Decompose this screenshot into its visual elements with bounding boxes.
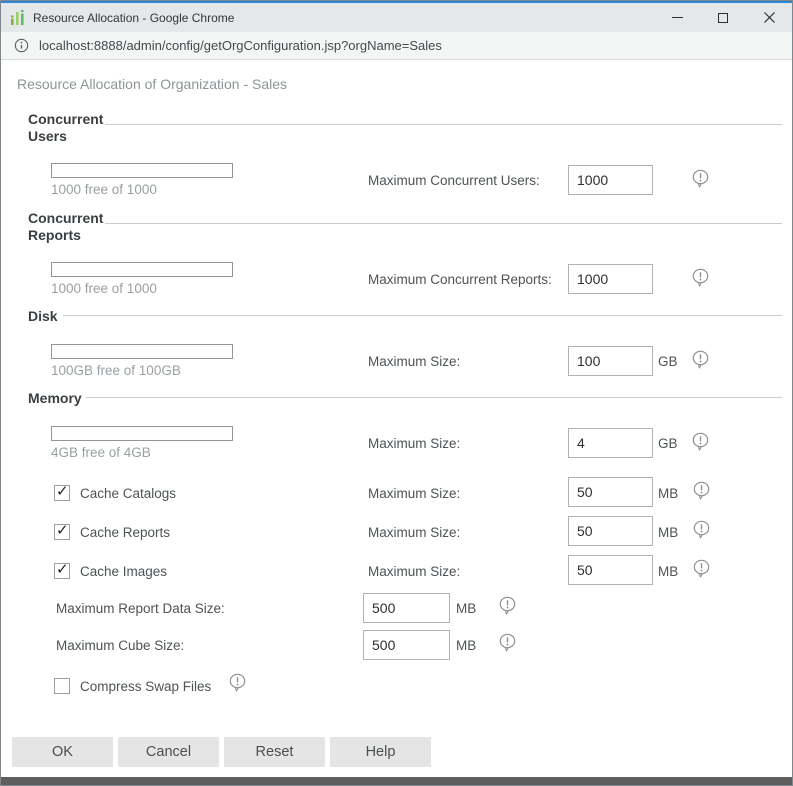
- section-divider: [105, 223, 782, 224]
- cache-reports-tooltip-icon[interactable]: [693, 520, 710, 540]
- max-concurrent-reports-label: Maximum Concurrent Reports:: [368, 272, 552, 287]
- section-title-concurrent-users: Concurrent Users: [28, 111, 113, 145]
- disk-free-label: 100GB free of 100GB: [51, 363, 181, 378]
- max-concurrent-reports-input[interactable]: [568, 264, 653, 294]
- cache-reports-unit-label: MB: [658, 525, 678, 540]
- close-button[interactable]: [746, 3, 792, 32]
- memory-max-size-label: Maximum Size:: [368, 436, 460, 451]
- help-button[interactable]: Help: [330, 737, 431, 767]
- disk-unit-label: GB: [658, 354, 678, 369]
- memory-max-size-input[interactable]: [568, 428, 653, 458]
- section-title-memory: Memory: [28, 390, 82, 407]
- concurrent-users-gauge: [51, 163, 233, 178]
- checkmark-icon: ✓: [56, 560, 69, 578]
- reset-button[interactable]: Reset: [224, 737, 325, 767]
- max-cube-size-input[interactable]: [363, 630, 450, 660]
- section-title-concurrent-reports: Concurrent Reports: [28, 210, 113, 244]
- cache-catalogs-tooltip-icon[interactable]: [693, 481, 710, 501]
- concurrent-users-tooltip-icon[interactable]: [692, 169, 709, 189]
- section-divider: [105, 124, 782, 125]
- memory-unit-label: GB: [658, 436, 678, 451]
- concurrent-reports-free-label: 1000 free of 1000: [51, 281, 157, 296]
- concurrent-users-free-label: 1000 free of 1000: [51, 182, 157, 197]
- section-divider: [86, 397, 782, 398]
- max-report-data-size-label: Maximum Report Data Size:: [56, 601, 225, 616]
- maximize-icon: [718, 13, 728, 23]
- cache-images-size-input[interactable]: [568, 555, 653, 585]
- max-cube-size-unit-label: MB: [456, 638, 476, 653]
- concurrent-reports-tooltip-icon[interactable]: [692, 268, 709, 288]
- maximize-button[interactable]: [700, 3, 746, 32]
- address-bar[interactable]: localhost:8888/admin/config/getOrgConfig…: [1, 32, 792, 60]
- cache-catalogs-label: Cache Catalogs: [80, 486, 176, 501]
- cache-reports-size-input[interactable]: [568, 516, 653, 546]
- memory-free-label: 4GB free of 4GB: [51, 445, 151, 460]
- url-text[interactable]: localhost:8888/admin/config/getOrgConfig…: [39, 38, 442, 53]
- cache-reports-label: Cache Reports: [80, 525, 170, 540]
- cache-images-checkbox[interactable]: ✓: [54, 563, 70, 579]
- section-divider: [63, 315, 782, 316]
- checkmark-icon: ✓: [56, 482, 69, 500]
- compress-swap-files-checkbox[interactable]: [54, 678, 70, 694]
- concurrent-reports-gauge: [51, 262, 233, 277]
- compress-swap-files-tooltip-icon[interactable]: [229, 673, 246, 693]
- disk-tooltip-icon[interactable]: [692, 350, 709, 370]
- max-report-data-size-input[interactable]: [363, 593, 450, 623]
- cache-reports-size-label: Maximum Size:: [368, 525, 460, 540]
- window-controls: [654, 3, 792, 32]
- max-concurrent-users-input[interactable]: [568, 165, 653, 195]
- checkmark-icon: ✓: [56, 521, 69, 539]
- cache-images-tooltip-icon[interactable]: [693, 559, 710, 579]
- max-cube-size-label: Maximum Cube Size:: [56, 638, 184, 653]
- disk-gauge: [51, 344, 233, 359]
- disk-max-size-input[interactable]: [568, 346, 653, 376]
- cache-catalogs-size-input[interactable]: [568, 477, 653, 507]
- max-concurrent-users-label: Maximum Concurrent Users:: [368, 173, 540, 188]
- browser-window: Resource Allocation - Google Chrome loca…: [0, 0, 793, 786]
- title-bar[interactable]: Resource Allocation - Google Chrome: [1, 3, 792, 32]
- compress-swap-files-label: Compress Swap Files: [80, 679, 211, 694]
- cache-reports-checkbox[interactable]: ✓: [54, 524, 70, 540]
- minimize-icon: [672, 17, 683, 18]
- cache-catalogs-checkbox[interactable]: ✓: [54, 485, 70, 501]
- disk-max-size-label: Maximum Size:: [368, 354, 460, 369]
- minimize-button[interactable]: [654, 3, 700, 32]
- page-content: Resource Allocation of Organization - Sa…: [1, 60, 792, 777]
- section-title-disk: Disk: [28, 308, 58, 325]
- page-title: Resource Allocation of Organization - Sa…: [17, 76, 287, 92]
- cache-images-label: Cache Images: [80, 564, 167, 579]
- app-favicon-equalizer-icon: [10, 10, 26, 26]
- cache-images-size-label: Maximum Size:: [368, 564, 460, 579]
- cache-images-unit-label: MB: [658, 564, 678, 579]
- memory-gauge: [51, 426, 233, 441]
- cancel-button[interactable]: Cancel: [118, 737, 219, 767]
- close-icon: [764, 12, 775, 23]
- window-title: Resource Allocation - Google Chrome: [33, 11, 234, 25]
- cache-catalogs-unit-label: MB: [658, 486, 678, 501]
- cache-catalogs-size-label: Maximum Size:: [368, 486, 460, 501]
- window-bottom-edge: [1, 777, 792, 785]
- max-cube-size-tooltip-icon[interactable]: [499, 633, 516, 653]
- max-report-data-size-unit-label: MB: [456, 601, 476, 616]
- page-info-icon[interactable]: [14, 38, 29, 53]
- max-report-data-size-tooltip-icon[interactable]: [499, 596, 516, 616]
- memory-tooltip-icon[interactable]: [692, 432, 709, 452]
- ok-button[interactable]: OK: [12, 737, 113, 767]
